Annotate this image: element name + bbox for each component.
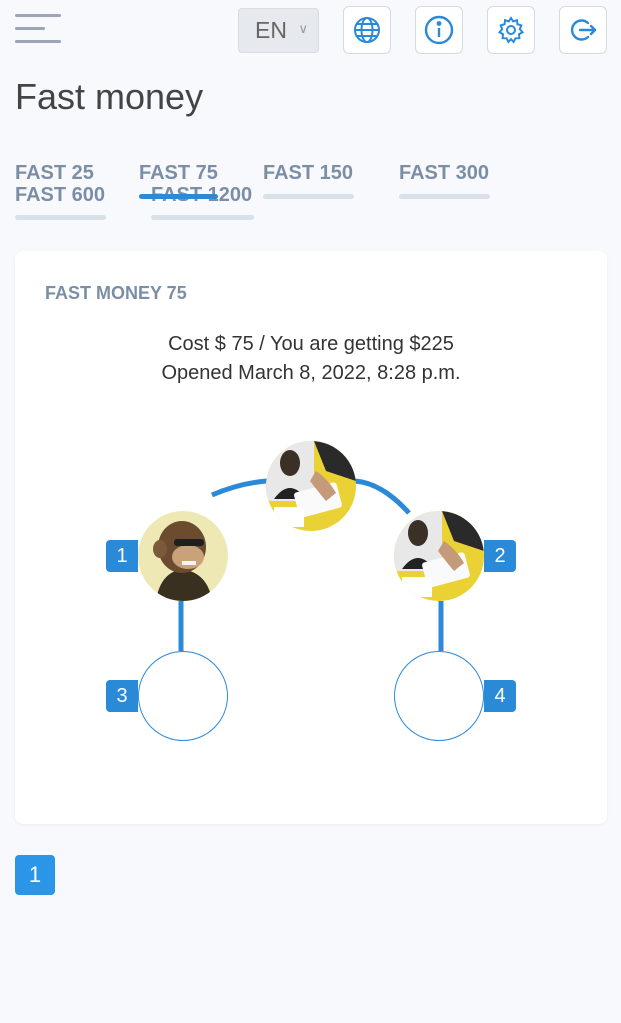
tab-fast-300[interactable]: FAST 300 [399, 162, 489, 185]
tree-connectors [178, 478, 444, 651]
globe-icon [354, 17, 380, 43]
info-icon [424, 15, 454, 45]
tab-underline [15, 215, 106, 220]
tab-underline [263, 194, 354, 199]
tab-fast-600[interactable]: FAST 600 [15, 184, 105, 207]
slot-1-badge: 1 [106, 540, 138, 572]
info-button[interactable] [415, 6, 463, 54]
tab-underline [151, 215, 254, 220]
slot-1-avatar[interactable] [138, 511, 228, 601]
language-value: EN [255, 17, 287, 43]
slot-4-empty[interactable] [394, 651, 484, 741]
slot-3-empty[interactable] [138, 651, 228, 741]
menu-button[interactable] [15, 14, 61, 46]
chevron-down-icon: ∨ [298, 21, 308, 36]
slot-4-badge: 4 [484, 680, 516, 712]
slot-2-badge: 2 [484, 540, 516, 572]
logout-icon [570, 19, 597, 41]
logout-button[interactable] [559, 6, 607, 54]
avatar-image [394, 511, 484, 601]
root-avatar[interactable] [266, 441, 356, 531]
language-select[interactable]: EN ∨ [238, 8, 319, 53]
tab-active-indicator [139, 194, 218, 199]
fast-money-card: FAST MONEY 75 Cost $ 75 / You are gettin… [15, 251, 607, 824]
menu-icon-line [15, 27, 45, 30]
menu-icon-line [15, 14, 61, 17]
slot-3-badge: 3 [106, 680, 138, 712]
page-title: Fast money [15, 76, 204, 117]
ape-avatar-image [138, 511, 228, 601]
tab-fast-150[interactable]: FAST 150 [263, 162, 353, 185]
menu-icon-line [15, 40, 61, 43]
avatar-image [266, 441, 356, 531]
slot-2-avatar[interactable] [394, 511, 484, 601]
tab-fast-75[interactable]: FAST 75 [139, 162, 218, 185]
pagination-page-1[interactable]: 1 [15, 855, 55, 895]
globe-button[interactable] [343, 6, 391, 54]
tab-fast-25[interactable]: FAST 25 [15, 162, 94, 185]
gear-icon [497, 16, 525, 44]
settings-button[interactable] [487, 6, 535, 54]
tab-underline [399, 194, 490, 199]
